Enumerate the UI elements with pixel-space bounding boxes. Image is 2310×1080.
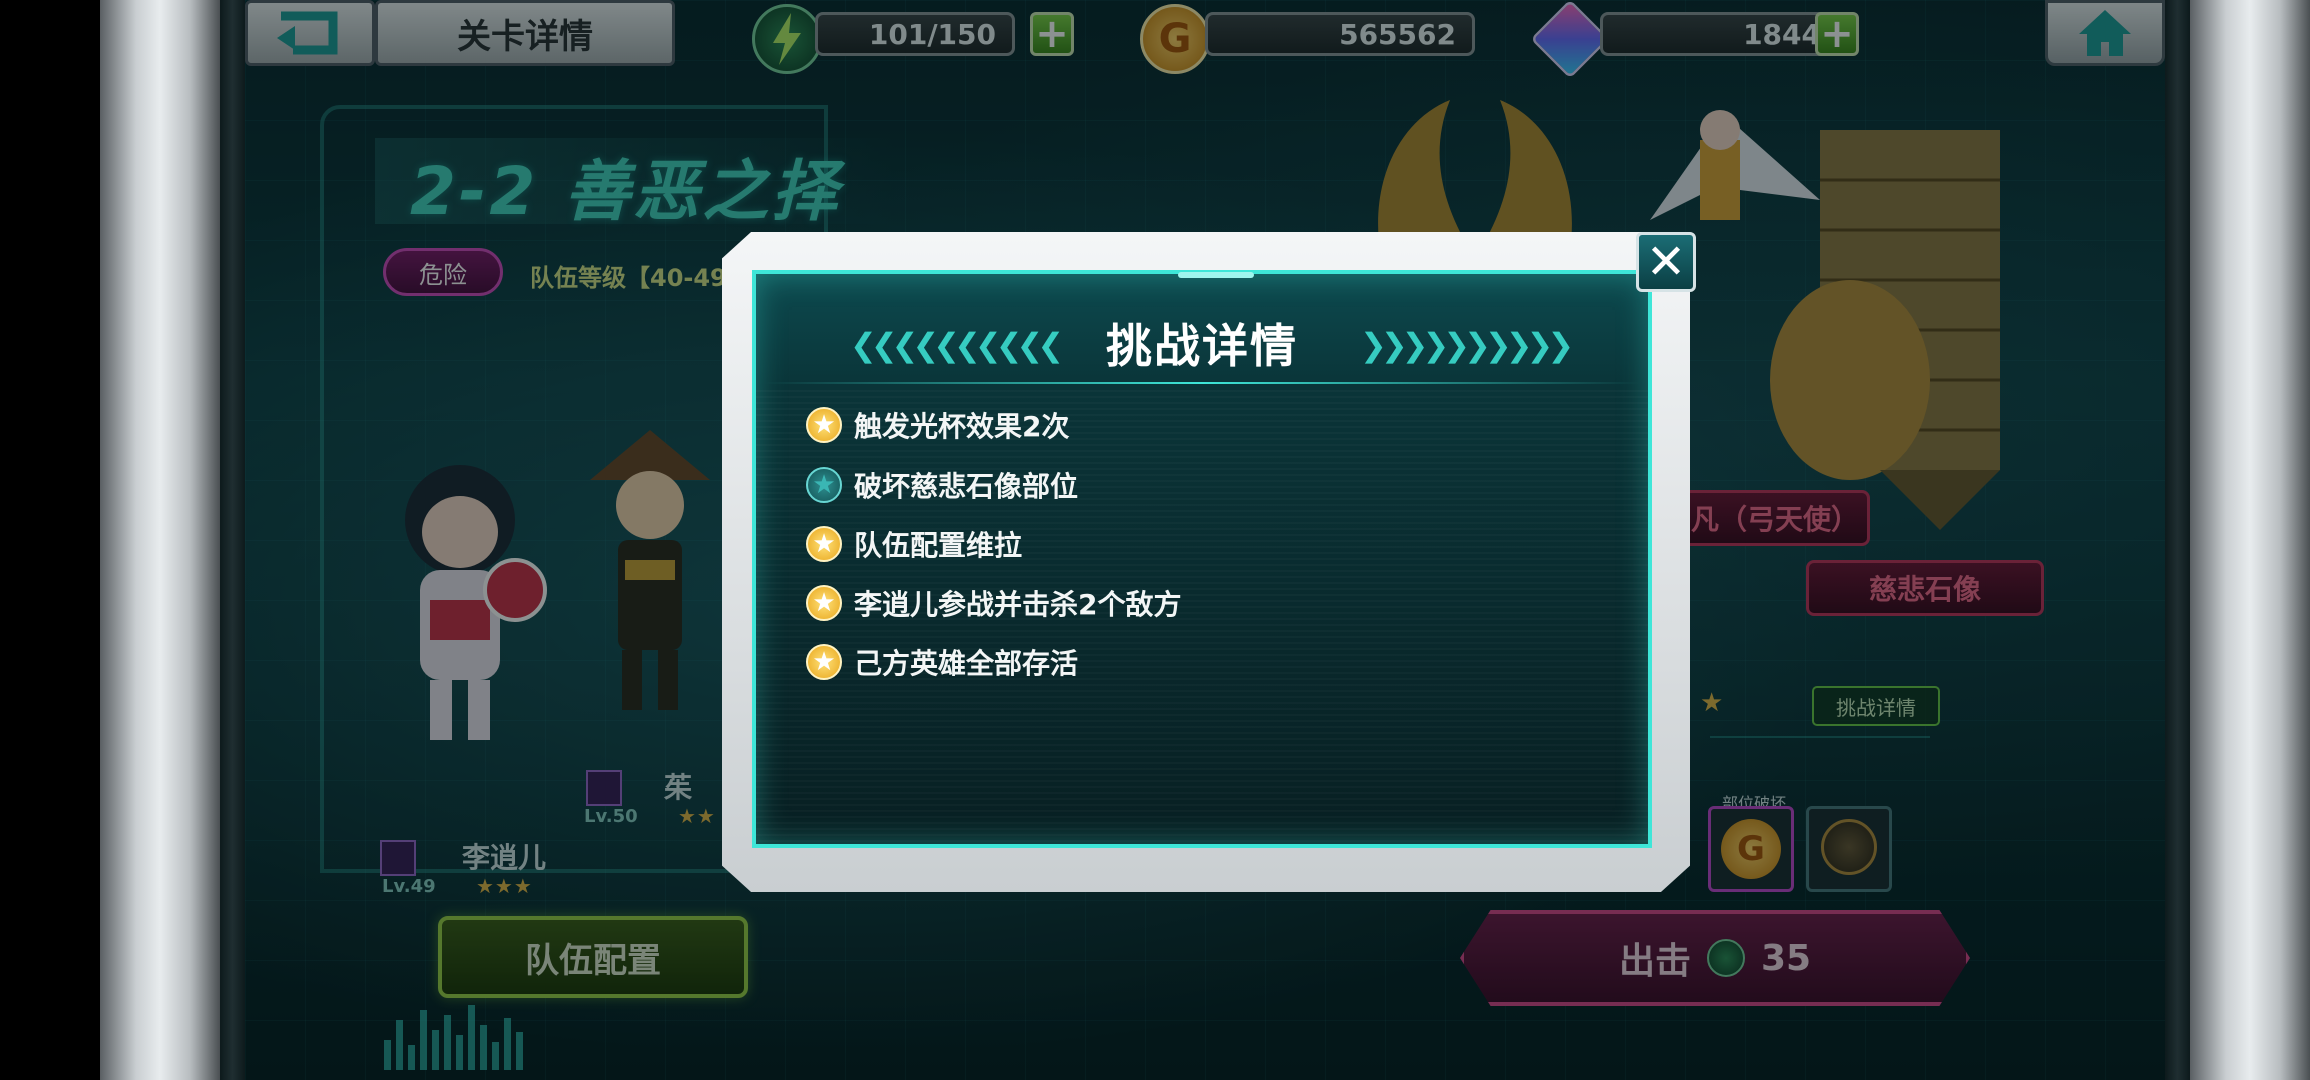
objective-item: ★ 己方英雄全部存活 — [806, 640, 1078, 684]
objective-text: 破坏慈悲石像部位 — [854, 470, 1079, 503]
modal-top-notch — [1178, 272, 1254, 278]
star-icon: ★ — [806, 526, 842, 562]
modal-title: 挑战详情 — [1106, 319, 1298, 373]
objective-text: 触发光杯效果2次 — [854, 410, 1070, 443]
objective-text: 己方英雄全部存活 — [854, 647, 1079, 680]
objective-item: ★ 李逍儿参战并击杀2个敌方 — [806, 581, 1181, 625]
right-inner-rail — [2165, 0, 2190, 1080]
objective-item: ★ 队伍配置维拉 — [806, 522, 1022, 566]
star-icon: ★ — [806, 585, 842, 621]
objective-item: ★ 触发光杯效果2次 — [806, 403, 1069, 447]
left-bezel — [0, 0, 100, 1080]
close-button[interactable]: ✕ — [1636, 232, 1696, 292]
objective-item: ★ 破坏慈悲石像部位 — [806, 463, 1078, 507]
objective-text: 队伍配置维拉 — [854, 529, 1023, 562]
title-divider — [764, 382, 1640, 384]
left-metal-rail — [100, 0, 220, 1080]
star-icon: ★ — [806, 407, 842, 443]
objective-text: 李逍儿参战并击杀2个敌方 — [854, 588, 1182, 621]
left-inner-rail — [220, 0, 245, 1080]
close-icon: ✕ — [1645, 234, 1687, 290]
right-metal-rail — [2190, 0, 2310, 1080]
star-icon: ★ — [806, 644, 842, 680]
star-icon: ★ — [806, 467, 842, 503]
